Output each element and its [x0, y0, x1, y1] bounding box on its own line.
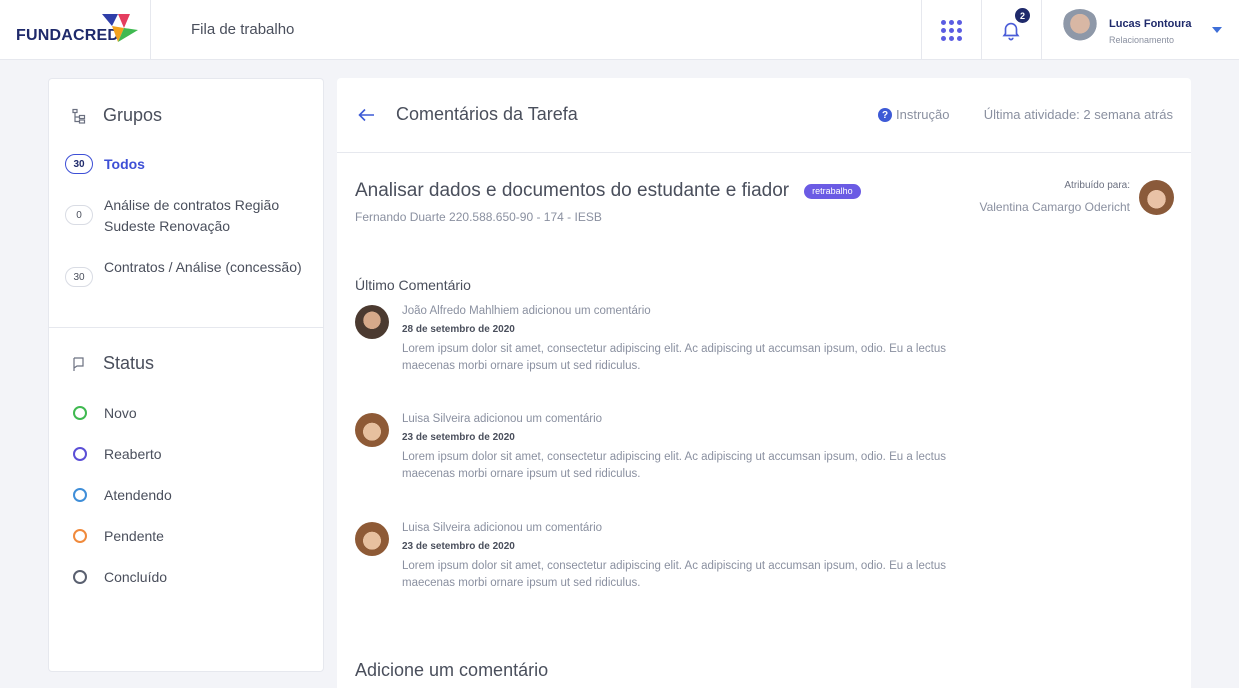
panel-header: Comentários da Tarefa ? Instrução Última… — [337, 78, 1191, 153]
groups-header: Grupos — [71, 105, 162, 126]
status-ring-icon — [73, 529, 87, 543]
hierarchy-icon — [72, 108, 86, 124]
page-heading: Comentários da Tarefa — [396, 104, 578, 124]
comment-text: Lorem ipsum dolor sit amet, consectetur … — [402, 560, 946, 589]
flag-icon — [73, 356, 84, 371]
avatar — [1059, 9, 1101, 51]
group-count: 30 — [65, 267, 93, 287]
logo-mark-icon — [102, 14, 138, 42]
group-count: 0 — [65, 205, 93, 225]
comment-author: João Alfredo Mahlhiem adicionou um comen… — [402, 305, 651, 317]
group-item-todos[interactable]: 30 Todos — [65, 154, 315, 175]
status-item-pendente[interactable]: Pendente — [73, 528, 164, 544]
page-title: Fila de trabalho — [191, 21, 295, 38]
add-comment-heading: Adicione um comentário — [355, 660, 549, 680]
notifications-button[interactable]: 2 — [981, 0, 1041, 60]
instruction-link[interactable]: Instrução — [896, 107, 949, 122]
comments-panel: Comentários da Tarefa ? Instrução Última… — [337, 78, 1191, 688]
group-item-contratos-analise[interactable]: 30 Contratos / Análise (concessão) — [65, 257, 315, 287]
status-ring-icon — [73, 570, 87, 584]
task-title-row: Analisar dados e documentos do estudante… — [355, 180, 861, 202]
task-subtitle: Fernando Duarte 220.588.650-90 - 174 - I… — [355, 210, 602, 224]
user-role: Relacionamento — [1109, 35, 1175, 45]
status-label: Reaberto — [104, 446, 162, 462]
user-name: Lucas Fontoura — [1109, 18, 1192, 30]
last-activity: Última atividade: 2 semana atrás — [983, 107, 1173, 122]
group-label: Análise de contratos Região Sudeste Reno… — [104, 197, 280, 234]
comment-author: Luisa Silveira adicionou um comentário — [402, 413, 603, 425]
status-header: Status — [71, 353, 154, 374]
status-ring-icon — [73, 488, 87, 502]
status-item-concluido[interactable]: Concluído — [73, 569, 167, 585]
apps-grid-icon — [940, 19, 962, 41]
sidebar-divider — [49, 327, 323, 328]
group-item-analise-sudeste[interactable]: 0 Análise de contratos Região Sudeste Re… — [65, 195, 315, 237]
topbar-divider — [150, 0, 151, 60]
status-item-novo[interactable]: Novo — [73, 405, 137, 421]
avatar[interactable] — [1139, 180, 1174, 215]
group-label: Todos — [104, 156, 145, 172]
status-label: Concluído — [104, 569, 168, 585]
notification-count-badge: 2 — [1015, 8, 1030, 23]
comment-text: Lorem ipsum dolor sit amet, consectetur … — [402, 451, 946, 480]
status-ring-icon — [73, 447, 87, 461]
assigned-label: Atribuído para: — [1064, 180, 1130, 191]
status-label: Novo — [104, 405, 137, 421]
avatar — [355, 413, 389, 447]
comment-text: Lorem ipsum dolor sit amet, consectetur … — [402, 343, 946, 372]
comment-date: 23 de setembro de 2020 — [402, 541, 515, 552]
status-title: Status — [103, 353, 155, 373]
groups-title: Grupos — [103, 105, 163, 125]
status-label: Pendente — [104, 528, 164, 544]
arrow-left-icon[interactable] — [357, 105, 377, 125]
comment-date: 23 de setembro de 2020 — [402, 432, 515, 443]
avatar — [355, 305, 389, 339]
sidebar: Grupos 30 Todos 0 Análise de contratos R… — [48, 78, 324, 672]
group-count: 30 — [65, 154, 93, 174]
top-bar: FUNDACRED Fila de trabalho 2 Lucas Fonto… — [0, 0, 1239, 60]
assignee-name[interactable]: Valentina Camargo Odericht — [979, 200, 1130, 214]
status-item-atendendo[interactable]: Atendendo — [73, 487, 172, 503]
fundacred-logo[interactable]: FUNDACRED — [16, 14, 138, 46]
status-badge: retrabalho — [804, 183, 861, 199]
question-circle-icon[interactable]: ? — [878, 108, 892, 122]
avatar — [355, 522, 389, 556]
status-ring-icon — [73, 406, 87, 420]
status-label: Atendendo — [104, 487, 172, 503]
user-menu[interactable]: Lucas Fontoura Relacionamento — [1041, 0, 1239, 60]
last-comment-heading: Último Comentário — [355, 277, 471, 293]
comment-date: 28 de setembro de 2020 — [402, 324, 515, 335]
task-title: Analisar dados e documentos do estudante… — [355, 180, 790, 201]
status-item-reaberto[interactable]: Reaberto — [73, 446, 162, 462]
group-label: Contratos / Análise (concessão) — [104, 259, 302, 275]
apps-button[interactable] — [921, 0, 981, 60]
caret-down-icon[interactable] — [1212, 27, 1222, 33]
comment-author: Luisa Silveira adicionou um comentário — [402, 522, 603, 534]
